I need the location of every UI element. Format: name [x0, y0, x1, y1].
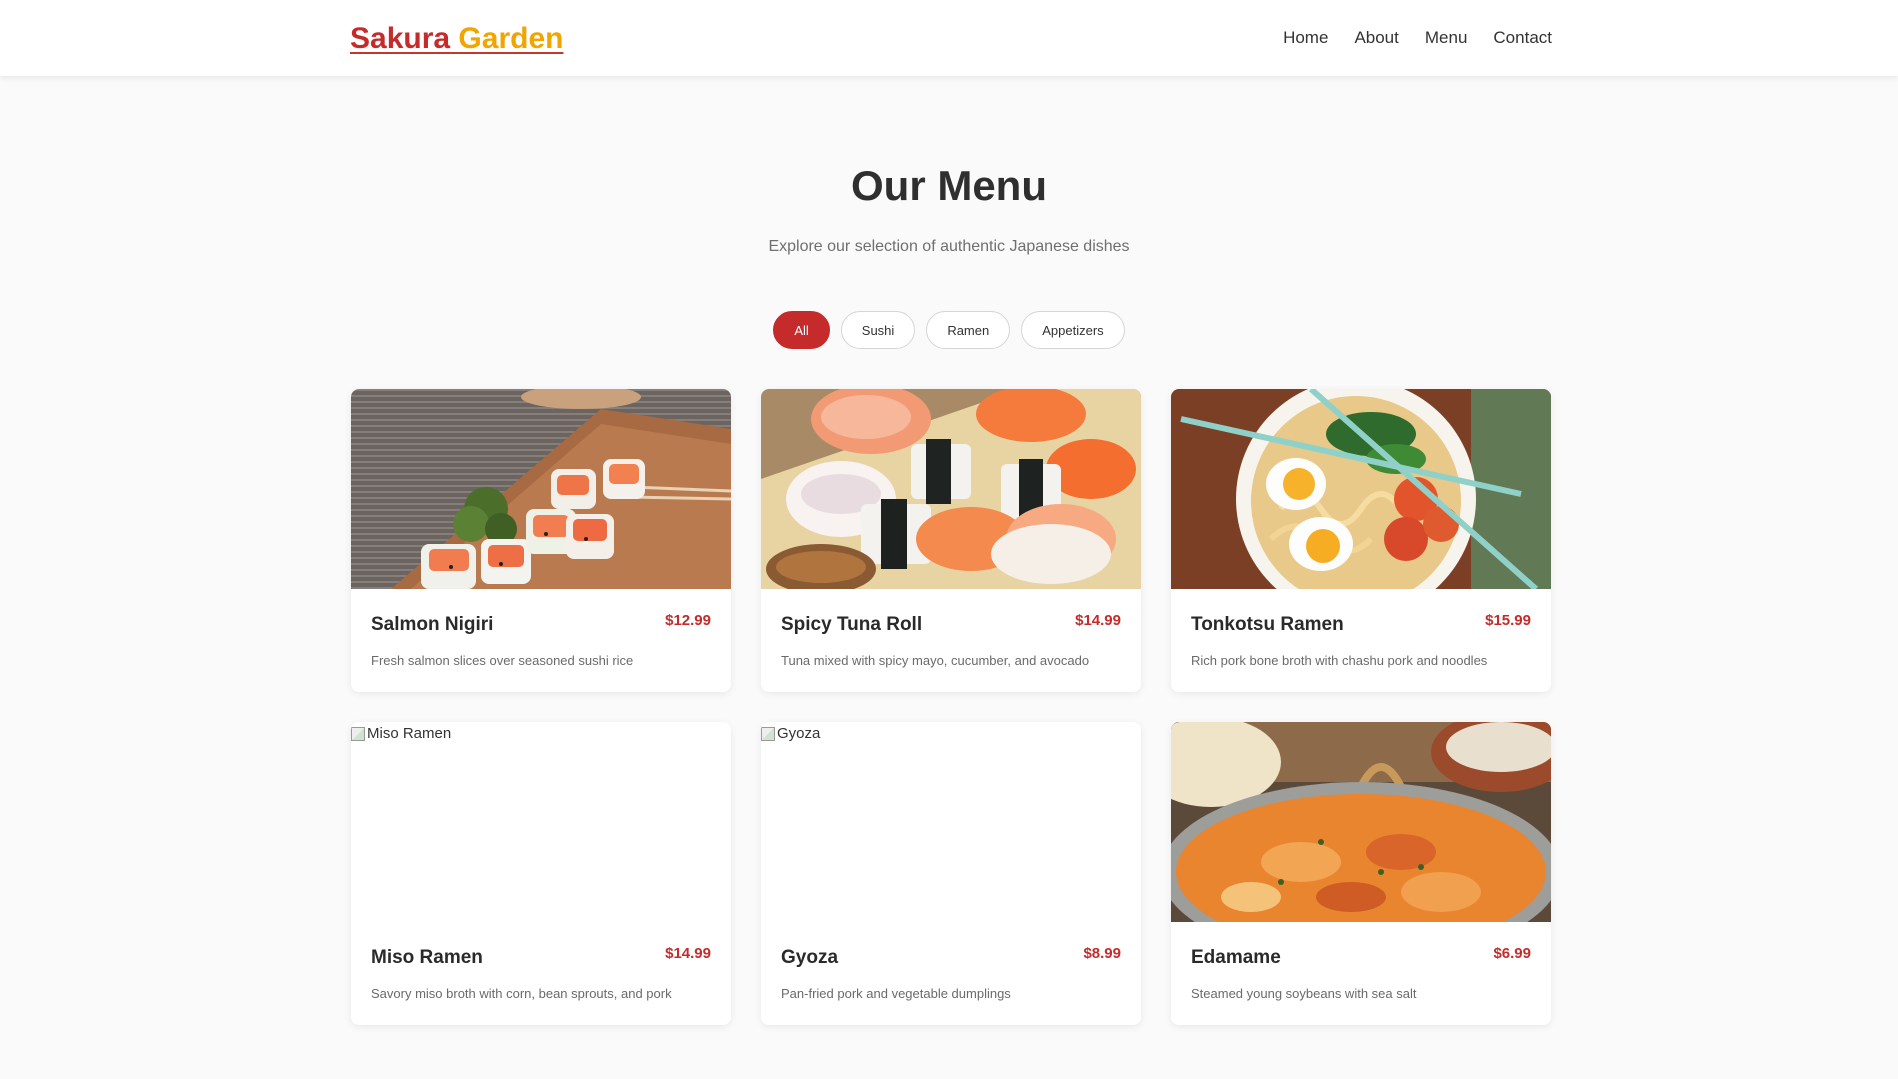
brand-word-garden: Garden: [458, 22, 564, 55]
item-description: Fresh salmon slices over seasoned sushi …: [371, 653, 634, 668]
item-name: Miso Ramen: [371, 947, 483, 968]
menu-card[interactable]: Tonkotsu Ramen $15.99 Rich pork bone bro…: [1171, 389, 1551, 692]
item-description: Pan-fried pork and vegetable dumplings: [781, 986, 1011, 1001]
item-description: Rich pork bone broth with chashu pork an…: [1191, 653, 1488, 668]
item-description: Steamed young soybeans with sea salt: [1191, 986, 1417, 1001]
menu-card[interactable]: Miso Ramen Miso Ramen $14.99 Savory miso…: [351, 722, 731, 1025]
item-price: $12.99: [665, 612, 711, 629]
page-title: Our Menu: [851, 162, 1047, 209]
item-description: Tuna mixed with spicy mayo, cucumber, an…: [781, 653, 1090, 668]
filter-all-button[interactable]: All: [773, 311, 830, 349]
broken-image-placeholder: Miso Ramen: [351, 722, 731, 922]
brand-word-sakura: Sakura: [350, 22, 451, 55]
item-price: $14.99: [1075, 612, 1121, 629]
brand-logo-link[interactable]: Sakura Garden: [350, 22, 563, 56]
nav-menu[interactable]: Menu: [1425, 28, 1468, 48]
item-price: $6.99: [1493, 945, 1531, 962]
menu-card[interactable]: Gyoza Gyoza $8.99 Pan-fried pork and veg…: [761, 722, 1141, 1025]
filter-appetizers-button[interactable]: Appetizers: [1021, 311, 1125, 349]
broken-image-alt: Miso Ramen: [351, 725, 451, 742]
menu-card[interactable]: Salmon Nigiri $12.99 Fresh salmon slices…: [351, 389, 731, 692]
item-name: Edamame: [1191, 947, 1281, 968]
filter-bar: All Sushi Ramen Appetizers: [0, 311, 1898, 349]
sushi-rolls-photo: [351, 389, 731, 589]
nav-links: Home About Menu Contact: [1283, 28, 1552, 48]
item-price: $15.99: [1485, 612, 1531, 629]
item-price: $8.99: [1083, 945, 1121, 962]
filter-ramen-button[interactable]: Ramen: [926, 311, 1011, 349]
navbar: Sakura Garden Home About Menu Contact: [0, 0, 1898, 76]
nav-contact[interactable]: Contact: [1493, 28, 1552, 48]
menu-grid: Salmon Nigiri $12.99 Fresh salmon slices…: [351, 389, 1551, 1025]
page-subtitle: Explore our selection of authentic Japan…: [768, 238, 1130, 255]
broken-image-alt: Gyoza: [761, 725, 820, 742]
image-alt-text: Gyoza: [777, 725, 821, 742]
nav-home[interactable]: Home: [1283, 28, 1328, 48]
menu-card[interactable]: Edamame $6.99 Steamed young soybeans wit…: [1171, 722, 1551, 1025]
broken-image-icon: [761, 726, 775, 741]
nav-about[interactable]: About: [1354, 28, 1398, 48]
broken-image-placeholder: Gyoza: [761, 722, 1141, 922]
broken-image-icon: [351, 726, 365, 741]
item-name: Tonkotsu Ramen: [1191, 614, 1344, 635]
item-name: Gyoza: [781, 947, 839, 968]
item-name: Salmon Nigiri: [371, 614, 494, 635]
item-description: Savory miso broth with corn, bean sprout…: [371, 986, 672, 1001]
item-name: Spicy Tuna Roll: [781, 614, 923, 635]
curry-dish-photo: [1171, 722, 1551, 922]
image-alt-text: Miso Ramen: [367, 725, 452, 742]
filter-sushi-button[interactable]: Sushi: [840, 311, 916, 349]
menu-card[interactable]: Spicy Tuna Roll $14.99 Tuna mixed with s…: [761, 389, 1141, 692]
ramen-bowl-photo: [1171, 389, 1551, 589]
item-price: $14.99: [665, 945, 711, 962]
sushi-platter-photo: [761, 389, 1141, 589]
